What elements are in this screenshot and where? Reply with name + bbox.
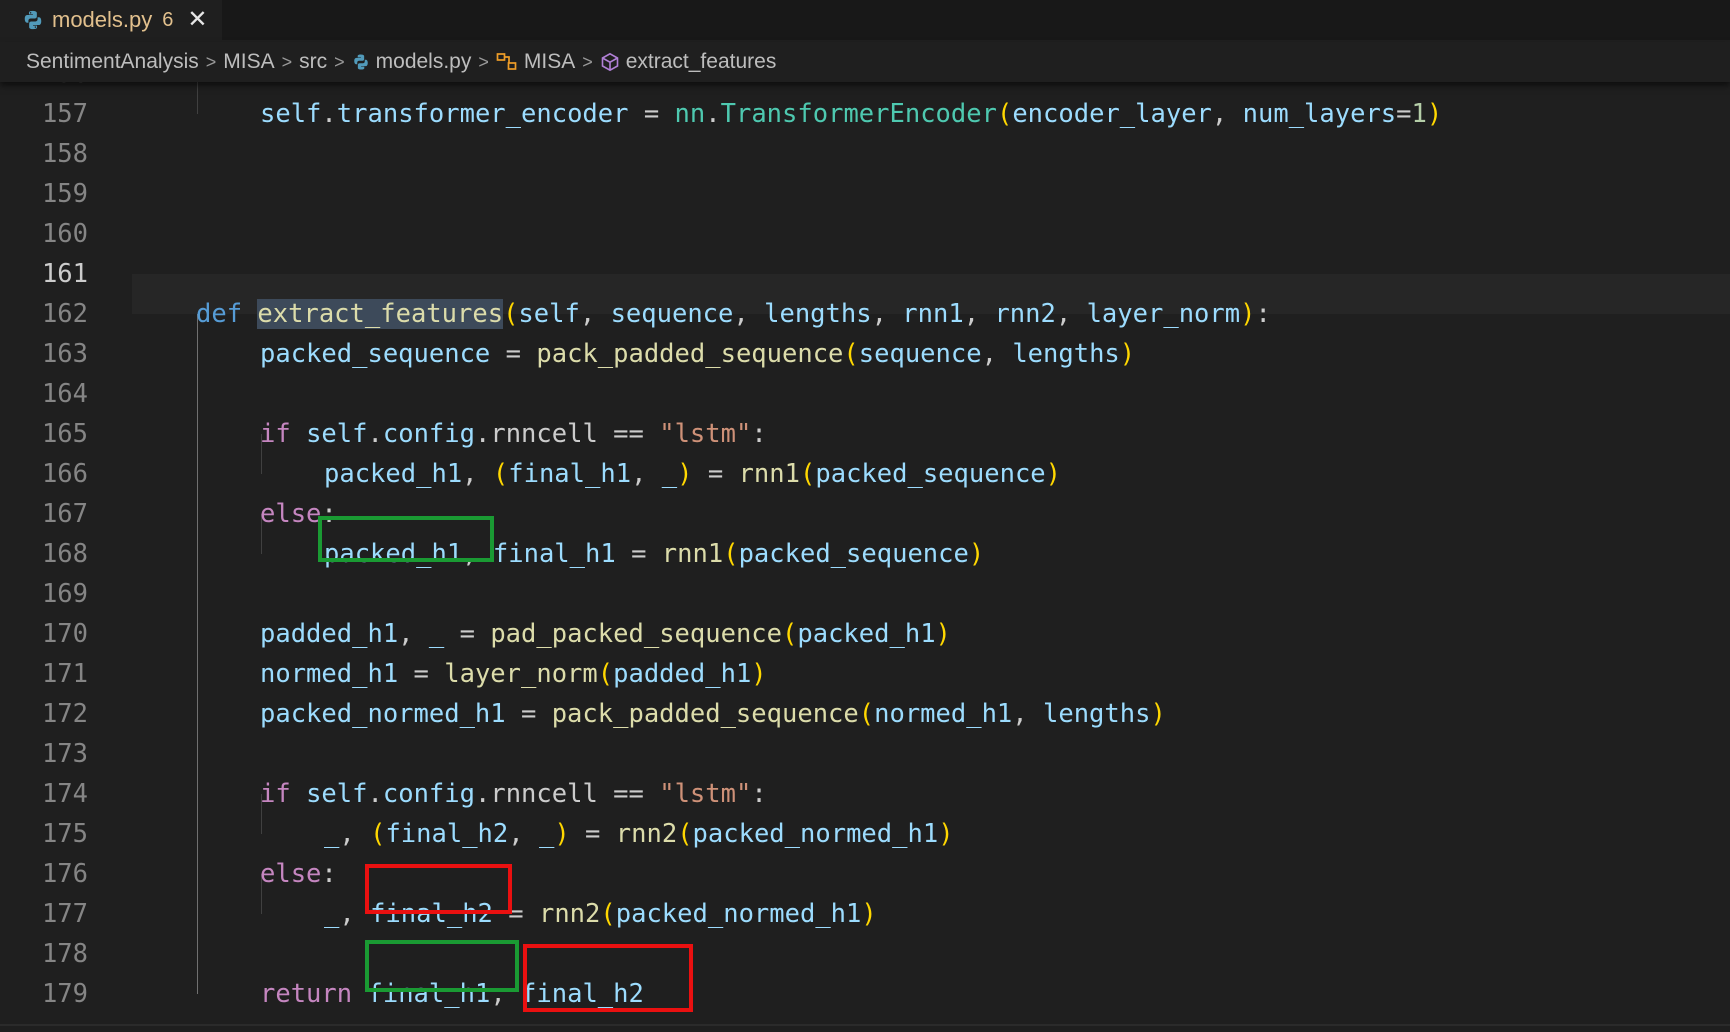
token: rnn1: [661, 539, 724, 569]
python-icon: [24, 10, 42, 30]
token: transformer_encoder: [336, 99, 629, 129]
token: ): [861, 899, 877, 929]
tab-filename: models.py: [52, 7, 153, 32]
token: 1: [1411, 99, 1427, 129]
token: TransformerEncoder: [720, 99, 997, 129]
code-line-166[interactable]: else:: [0, 454, 1730, 529]
token: pack_padded_sequence: [536, 339, 844, 369]
token: ): [1119, 339, 1136, 369]
token: packed_h1: [324, 539, 463, 569]
token: final_h2: [521, 979, 644, 1009]
token: rnn2: [538, 899, 601, 929]
problem-count-badge: 6: [162, 8, 174, 31]
breadcrumb-item-src[interactable]: src: [299, 50, 327, 74]
close-icon[interactable]: ✕: [187, 8, 207, 32]
breadcrumb-label: extract_features: [625, 50, 777, 73]
line-number: 160: [41, 219, 88, 249]
chevron-right-icon: >: [478, 51, 489, 72]
breadcrumb-item-sentimentanalysis[interactable]: SentimentAnalysis: [26, 50, 199, 74]
token: =: [1396, 99, 1412, 129]
token: .: [705, 99, 721, 129]
token: lengths: [1012, 339, 1120, 369]
code-editor[interactable]: 156 157 158 159 160 161 162 163 164 165 …: [0, 74, 1730, 1032]
token: ,: [1211, 99, 1243, 129]
token: final_h1: [492, 539, 616, 569]
token: ,: [462, 539, 493, 569]
token: ,: [339, 899, 371, 929]
token: packed_normed_h1: [260, 699, 506, 729]
token: ,: [490, 979, 522, 1009]
token: ,: [981, 339, 1013, 369]
token: normed_h1: [874, 699, 1013, 729]
line-number: 159: [41, 179, 88, 209]
token: =: [490, 339, 537, 369]
token: (: [858, 699, 875, 729]
token: (: [843, 339, 859, 369]
token: return: [260, 979, 353, 1009]
token: (: [600, 899, 616, 929]
panel-divider: [0, 1024, 1730, 1026]
python-icon: [353, 54, 368, 70]
token: final_h1: [367, 979, 491, 1009]
token: lengths: [1043, 699, 1151, 729]
chevron-right-icon: >: [334, 51, 345, 72]
token: packed_sequence: [260, 339, 491, 369]
token: pack_padded_sequence: [551, 699, 859, 729]
token: encoder_layer: [1012, 99, 1212, 129]
breadcrumb-item-misa-folder[interactable]: MISA: [223, 50, 274, 74]
token: =: [628, 99, 675, 129]
code-line-169[interactable]: padded_h1, _ = pad_packed_sequence(packe…: [0, 574, 1730, 649]
token: =: [492, 899, 539, 929]
class-icon: [496, 53, 517, 70]
token: final_h2: [370, 899, 493, 929]
token: nn: [674, 99, 706, 129]
chevron-right-icon: >: [205, 51, 217, 72]
code-line-175[interactable]: else:: [0, 814, 1730, 889]
code-line-171[interactable]: packed_normed_h1 = pack_padded_sequence(…: [0, 654, 1730, 729]
breadcrumb-item-misa-class[interactable]: MISA: [496, 50, 575, 74]
code-line-174[interactable]: _, (final_h2, _) = rnn2(packed_normed_h1…: [0, 774, 1730, 849]
token: self: [260, 99, 322, 129]
token: =: [505, 699, 552, 729]
code-line-176[interactable]: _, final_h2 = rnn2(packed_normed_h1): [0, 854, 1730, 929]
breadcrumb-label: MISA: [523, 50, 576, 73]
token: num_layers: [1242, 99, 1397, 129]
token: sequence: [858, 339, 982, 369]
token: ): [1426, 99, 1443, 129]
token: .: [321, 99, 337, 129]
token: packed_normed_h1: [615, 899, 862, 929]
token: ,: [1012, 699, 1043, 729]
code-line-178[interactable]: return final_h1, final_h2: [0, 934, 1730, 1009]
code-line-162[interactable]: packed_sequence = pack_padded_sequence(s…: [0, 294, 1730, 369]
breadcrumb-item-models-py[interactable]: models.py: [352, 50, 472, 74]
tab-models-py[interactable]: models.py 6 ✕: [0, 0, 222, 40]
token: (: [723, 539, 739, 569]
code-line-170[interactable]: normed_h1 = layer_norm(padded_h1): [0, 614, 1730, 689]
chevron-right-icon: >: [281, 51, 293, 72]
token: ): [1150, 699, 1166, 729]
code-line-161[interactable]: def extract_features(self, sequence, len…: [0, 254, 1730, 329]
breadcrumb-item-extract-features[interactable]: extract_features: [600, 50, 777, 74]
token: packed_sequence: [738, 539, 969, 569]
token: =: [615, 539, 662, 569]
code-line-165[interactable]: packed_h1, (final_h1, _) = rnn1(packed_s…: [0, 414, 1730, 489]
breadcrumb-label: models.py: [375, 50, 472, 73]
code-line-173[interactable]: if self.config.rnncell == "lstm":: [0, 734, 1730, 809]
method-icon: [601, 52, 619, 72]
token: (: [996, 99, 1013, 129]
chevron-right-icon: >: [582, 51, 593, 72]
tab-bar: models.py 6 ✕: [0, 0, 1730, 40]
code-line-164[interactable]: if self.config.rnncell == "lstm":: [0, 374, 1730, 449]
code-line-167[interactable]: packed_h1, final_h1 = rnn1(packed_sequen…: [0, 494, 1730, 569]
token: _: [324, 899, 340, 929]
token: ): [968, 539, 985, 569]
breadcrumb: SentimentAnalysis > MISA > src > models.…: [0, 42, 1730, 82]
